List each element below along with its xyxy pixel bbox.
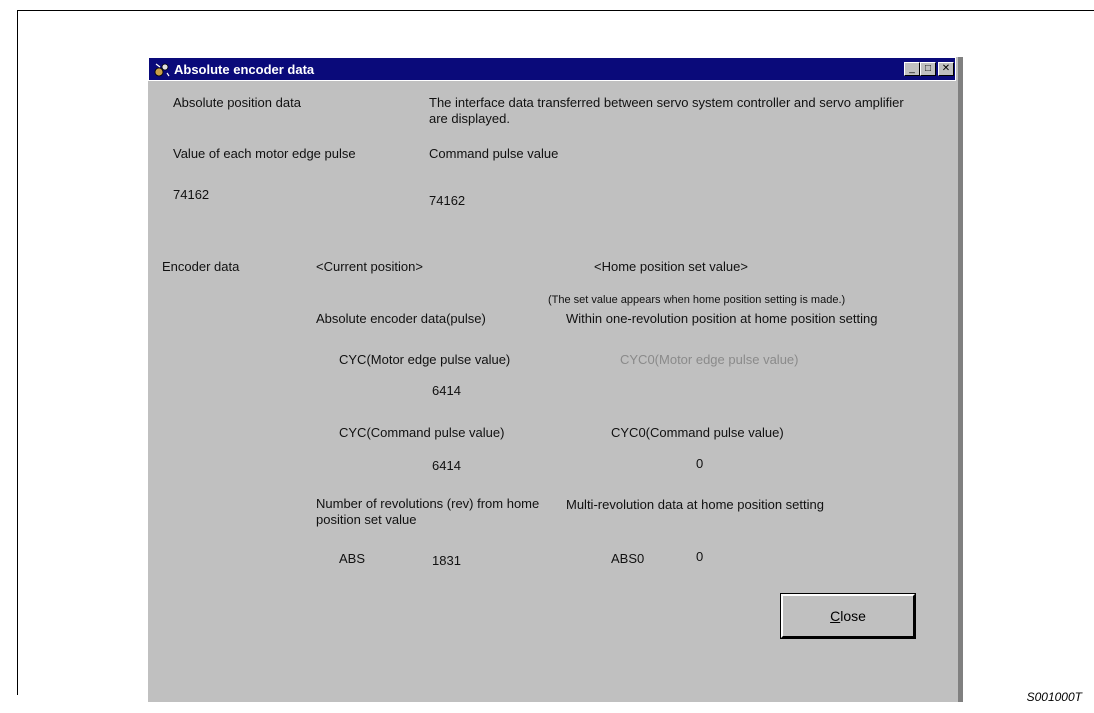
close-button-mnemonic: C	[830, 608, 841, 624]
current-position-header: <Current position>	[316, 259, 423, 274]
abs-label: ABS	[339, 551, 366, 566]
home-position-note: (The set value appears when home positio…	[548, 294, 846, 306]
maximize-button[interactable]: □	[920, 62, 936, 76]
minimize-icon: _	[909, 63, 915, 74]
motor-edge-pulse-value: 74162	[173, 187, 210, 202]
cyc0-command-pulse-value: 0	[696, 456, 704, 471]
maximize-icon: □	[924, 63, 932, 74]
figure-caption: S001000T	[1026, 690, 1082, 704]
multi-revolution-label: Multi-revolution data at home position s…	[566, 497, 824, 512]
window-title: Absolute encoder data	[174, 62, 315, 77]
cyc0-motor-edge-label: CYC0(Motor edge pulse value)	[620, 352, 799, 367]
figure-frame-left	[17, 10, 18, 695]
abs-encoder-data-label: Absolute encoder data(pulse)	[316, 311, 486, 326]
minimize-button[interactable]: _	[904, 62, 920, 76]
within-one-revolution-label: Within one-revolution position at home p…	[566, 311, 878, 326]
home-position-header: <Home position set value>	[594, 259, 748, 274]
close-icon: ✕	[941, 63, 951, 74]
close-button-label: lose	[840, 608, 866, 624]
app-icon	[154, 63, 170, 77]
cyc-command-pulse-value: 6414	[432, 458, 461, 473]
close-button[interactable]: Close	[780, 593, 916, 639]
interface-description: The interface data transferred between s…	[429, 95, 904, 126]
abs-value: 1831	[432, 553, 461, 568]
cyc-motor-edge-value: 6414	[432, 383, 461, 398]
command-pulse-value: 74162	[429, 193, 466, 208]
absolute-encoder-data-window: Absolute encoder data _ □ ✕ Absolute pos…	[148, 57, 963, 702]
cyc-motor-edge-label: CYC(Motor edge pulse value)	[339, 352, 511, 367]
figure-frame-top	[17, 10, 1094, 11]
cyc0-command-pulse-label: CYC0(Command pulse value)	[611, 425, 784, 440]
command-pulse-label: Command pulse value	[429, 146, 559, 161]
encoder-data-label: Encoder data	[162, 259, 240, 274]
abs0-value: 0	[696, 549, 704, 564]
close-window-button[interactable]: ✕	[938, 62, 954, 76]
title-bar[interactable]: Absolute encoder data _ □ ✕	[148, 57, 956, 81]
abs0-label: ABS0	[611, 551, 645, 566]
cyc-command-pulse-label: CYC(Command pulse value)	[339, 425, 505, 440]
absolute-position-data-label: Absolute position data	[173, 95, 301, 110]
revolutions-label: Number of revolutions (rev) from home po…	[316, 496, 540, 527]
motor-edge-pulse-label: Value of each motor edge pulse	[173, 146, 356, 161]
